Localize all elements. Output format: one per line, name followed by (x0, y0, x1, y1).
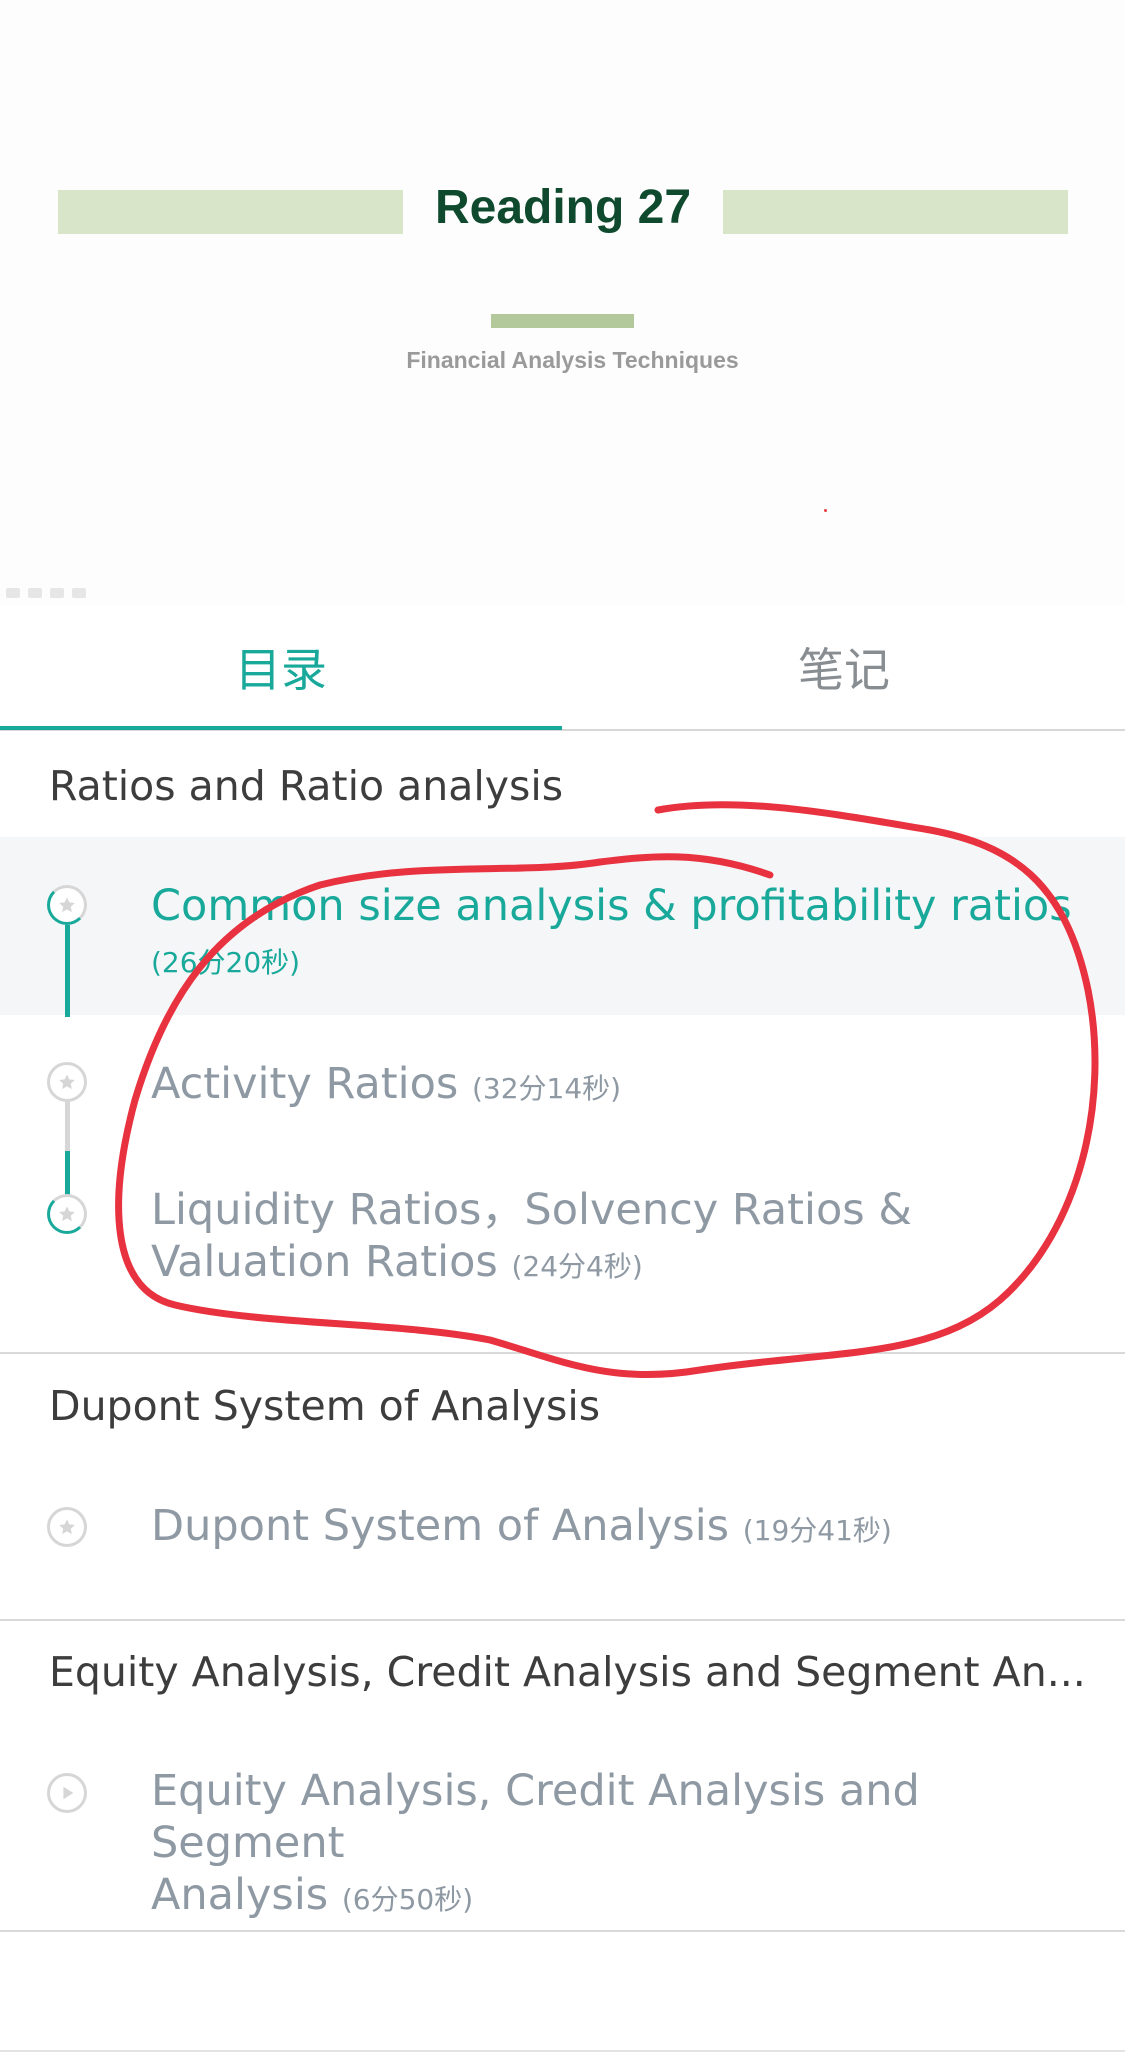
section-divider (0, 1930, 1125, 1932)
play-icon (47, 1773, 87, 1813)
item-title: Activity Ratios (32分14秒) (151, 1058, 1091, 1115)
section-title: Dupont System of Analysis (49, 1382, 601, 1430)
item-duration: (32分14秒) (471, 1072, 622, 1105)
item-duration: (24分4秒) (511, 1250, 643, 1283)
item-duration: (19分41秒) (742, 1514, 892, 1547)
laser-pointer-dot (824, 509, 827, 512)
star-icon (47, 1507, 87, 1547)
item-title: Common size analysis & profitability rat… (151, 880, 1091, 989)
section-divider (0, 1352, 1125, 1354)
list-item[interactable]: Dupont System of Analysis (19分41秒) (0, 1470, 1125, 1580)
tab-notes[interactable]: 笔记 (563, 605, 1125, 729)
item-title-text: Dupont System of Analysis (151, 1501, 730, 1551)
item-title-text: Equity Analysis, Credit Analysis and Seg… (151, 1766, 920, 1868)
menu-icon[interactable] (50, 588, 64, 598)
video-preview[interactable]: Reading 27 Financial Analysis Techniques (0, 0, 1125, 605)
prev-icon[interactable] (6, 588, 20, 598)
slide-controls[interactable] (6, 588, 86, 598)
next-icon[interactable] (72, 588, 86, 598)
list-item[interactable]: Liquidity Ratios，Solvency Ratios & Valua… (0, 1155, 1125, 1325)
slide-subtitle: Financial Analysis Techniques (406, 347, 739, 373)
item-duration: (26分20秒) (151, 946, 301, 979)
pen-icon[interactable] (28, 588, 42, 598)
progress-line (65, 1151, 70, 1195)
tab-bar: 目录 笔记 (0, 605, 1125, 731)
star-icon (47, 885, 87, 925)
star-icon (47, 1194, 87, 1234)
item-title-text-line2: Valuation Ratios (151, 1237, 498, 1287)
tab-catalog[interactable]: 目录 (0, 605, 562, 729)
section-title: Equity Analysis, Credit Analysis and Seg… (49, 1648, 1086, 1696)
bottom-divider (0, 2050, 1125, 2052)
decorative-underline (491, 314, 634, 328)
list-item[interactable]: Equity Analysis, Credit Analysis and Seg… (0, 1740, 1125, 1920)
item-title-text-line2: Analysis (151, 1870, 329, 1920)
list-item[interactable]: Common size analysis & profitability rat… (0, 837, 1125, 1015)
decorative-bar-left (58, 190, 403, 234)
item-title-text: Liquidity Ratios，Solvency Ratios & (151, 1185, 912, 1235)
progress-line (65, 1101, 70, 1151)
item-duration: (6分50秒) (341, 1883, 474, 1916)
item-title: Equity Analysis, Credit Analysis and Seg… (151, 1765, 1091, 1926)
item-title-text: Common size analysis & profitability rat… (151, 881, 1072, 931)
item-title: Dupont System of Analysis (19分41秒) (151, 1500, 1091, 1557)
section-title: Ratios and Ratio analysis (49, 762, 564, 810)
star-icon (47, 1062, 87, 1102)
list-item[interactable]: Activity Ratios (32分14秒) (0, 1015, 1125, 1125)
progress-line (65, 925, 70, 1017)
item-title-text: Activity Ratios (151, 1059, 459, 1109)
section-divider (0, 1619, 1125, 1621)
active-tab-indicator (0, 726, 562, 730)
decorative-bar-right (723, 190, 1068, 234)
item-title: Liquidity Ratios，Solvency Ratios & Valua… (151, 1184, 1091, 1293)
slide-title: Reading 27 (434, 181, 692, 234)
